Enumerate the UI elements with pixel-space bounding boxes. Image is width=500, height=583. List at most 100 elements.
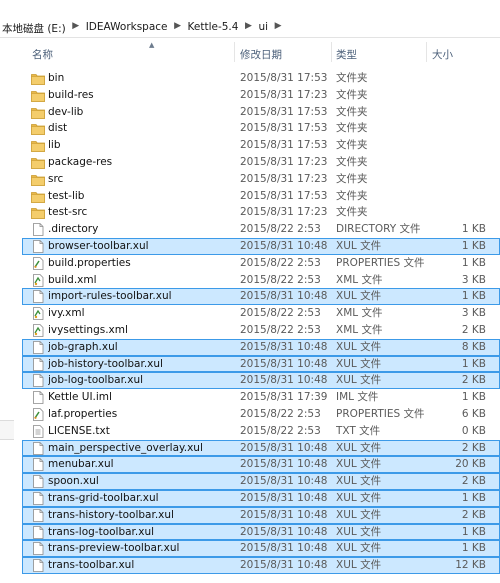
file-row[interactable]: ivysettings.xml 2015/8/22 2:53 XML 文件 2 KB	[22, 322, 500, 339]
file-row[interactable]: laf.properties 2015/8/22 2:53 PROPERTIES 文…	[22, 406, 500, 423]
file-size: 1 KB	[461, 525, 486, 538]
file-type: XML 文件	[336, 273, 383, 286]
file-size: 2 KB	[461, 441, 486, 454]
file-modified-date: 2015/8/22 2:53	[240, 424, 321, 437]
file-row[interactable]: trans-history-toolbar.xul 2015/8/31 10:48…	[22, 506, 500, 524]
file-modified-date: 2015/8/31 10:48	[240, 357, 328, 370]
file-size: 8 KB	[461, 340, 486, 353]
file-name: job-graph.xul	[48, 340, 118, 353]
file-type: XUL 文件	[336, 542, 382, 555]
file-name: trans-log-toolbar.xul	[48, 525, 155, 538]
file-name: main_perspective_overlay.xul	[48, 441, 203, 454]
file-modified-date: 2015/8/31 10:48	[240, 475, 328, 488]
file-list: bin 2015/8/31 17:53 文件夹 build-res 2015/8/31 …	[22, 70, 500, 574]
file-size: 1 KB	[461, 357, 486, 370]
file-modified-date: 2015/8/22 2:53	[240, 307, 321, 320]
breadcrumb-drive[interactable]: 本地磁盘 (E:)	[0, 21, 68, 36]
file-row[interactable]: test-src 2015/8/31 17:23 文件夹	[22, 204, 500, 221]
breadcrumb-ui[interactable]: ui	[256, 21, 270, 33]
file-row[interactable]: package-res 2015/8/31 17:23 文件夹	[22, 154, 500, 171]
navigation-pane[interactable]	[0, 38, 22, 583]
file-row[interactable]: Kettle UI.iml 2015/8/31 17:39 IML 文件 1 KB	[22, 389, 500, 406]
file-name: ivysettings.xml	[48, 323, 128, 336]
file-row[interactable]: .directory 2015/8/22 2:53 DIRECTORY 文件 1 KB	[22, 221, 500, 238]
file-modified-date: 2015/8/31 17:53	[240, 72, 328, 84]
file-type: 文件夹	[336, 88, 368, 101]
file-name: Kettle UI.iml	[48, 391, 112, 404]
column-header-size[interactable]: 大小	[432, 47, 453, 62]
file-type: 文件夹	[336, 72, 368, 84]
file-row[interactable]: job-log-toolbar.xul 2015/8/31 10:48 XUL 文件…	[22, 372, 500, 390]
column-divider[interactable]	[331, 42, 332, 62]
file-row[interactable]: lib 2015/8/31 17:53 文件夹	[22, 137, 500, 154]
file-type: 文件夹	[336, 172, 368, 185]
file-row[interactable]: LICENSE.txt 2015/8/22 2:53 TXT 文件 0 KB	[22, 423, 500, 440]
file-row[interactable]: bin 2015/8/31 17:53 文件夹	[22, 70, 500, 87]
file-type: XUL 文件	[336, 458, 382, 471]
file-row[interactable]: src 2015/8/31 17:23 文件夹	[22, 171, 500, 188]
file-row[interactable]: spoon.xul 2015/8/31 10:48 XUL 文件 2 KB	[22, 473, 500, 490]
file-size: 3 KB	[461, 307, 486, 320]
file-row[interactable]: trans-toolbar.xul 2015/8/31 10:48 XUL 文件 12…	[22, 557, 500, 574]
file-size: 0 KB	[461, 424, 486, 437]
file-row[interactable]: ivy.xml 2015/8/22 2:53 XML 文件 3 KB	[22, 305, 500, 322]
address-breadcrumb[interactable]: 本地磁盘 (E:) ▶ IDEAWorkspace ▶ Kettle-5.4 ▶…	[0, 0, 500, 38]
file-row[interactable]: build.properties 2015/8/22 2:53 PROPERTIES…	[22, 255, 500, 272]
file-row[interactable]: browser-toolbar.xul 2015/8/31 10:48 XUL 文件…	[22, 237, 500, 255]
breadcrumb-kettle[interactable]: Kettle-5.4	[186, 21, 241, 33]
file-row[interactable]: import-rules-toolbar.xul 2015/8/31 10:48 X…	[22, 288, 500, 306]
file-row[interactable]: job-graph.xul 2015/8/31 10:48 XUL 文件 8 KB	[22, 338, 500, 356]
file-size: 2 KB	[461, 374, 486, 387]
file-name: job-log-toolbar.xul	[48, 374, 144, 387]
file-type: XUL 文件	[336, 357, 382, 370]
xml-file-icon	[31, 307, 45, 321]
column-divider[interactable]	[426, 42, 427, 62]
file-size: 1 KB	[461, 223, 486, 236]
file-type: IML 文件	[336, 391, 379, 404]
column-header-date[interactable]: 修改日期	[240, 47, 282, 62]
navigation-pane-item[interactable]	[0, 420, 14, 440]
file-name: build.properties	[48, 256, 131, 269]
file-row[interactable]: trans-log-toolbar.xul 2015/8/31 10:48 XUL …	[22, 523, 500, 541]
file-row[interactable]: build.xml 2015/8/22 2:53 XML 文件 3 KB	[22, 272, 500, 289]
file-row[interactable]: build-res 2015/8/31 17:23 文件夹	[22, 87, 500, 104]
file-type: XUL 文件	[336, 559, 382, 572]
file-icon	[31, 441, 45, 455]
file-type: PROPERTIES 文件	[336, 256, 425, 269]
file-modified-date: 2015/8/22 2:53	[240, 323, 321, 336]
file-row[interactable]: job-history-toolbar.xul 2015/8/31 10:48 XU…	[22, 355, 500, 373]
file-icon	[31, 475, 45, 489]
file-size: 1 KB	[461, 491, 486, 504]
file-modified-date: 2015/8/22 2:53	[240, 273, 321, 286]
file-type: XUL 文件	[336, 340, 382, 353]
file-row[interactable]: trans-preview-toolbar.xul 2015/8/31 10:48…	[22, 540, 500, 558]
column-divider[interactable]	[234, 42, 235, 62]
file-row[interactable]: dist 2015/8/31 17:53 文件夹	[22, 120, 500, 137]
file-name: src	[48, 172, 64, 185]
breadcrumb-ideaworkspace[interactable]: IDEAWorkspace	[84, 21, 170, 33]
chevron-right-icon[interactable]: ▶	[240, 21, 256, 31]
file-row[interactable]: dev-lib 2015/8/31 17:53 文件夹	[22, 104, 500, 121]
file-type: 文件夹	[336, 122, 368, 135]
file-icon	[31, 340, 45, 354]
chevron-right-icon[interactable]: ▶	[170, 21, 186, 31]
file-row[interactable]: main_perspective_overlay.xul 2015/8/31 10…	[22, 439, 500, 457]
chevron-right-icon[interactable]: ▶	[270, 21, 286, 31]
file-size: 1 KB	[461, 239, 486, 252]
column-header-name[interactable]: 名称	[32, 47, 53, 62]
folder-icon	[31, 89, 45, 102]
file-icon	[31, 223, 45, 237]
file-row[interactable]: menubar.xul 2015/8/31 10:48 XUL 文件 20 KB	[22, 456, 500, 474]
file-row[interactable]: test-lib 2015/8/31 17:53 文件夹	[22, 188, 500, 205]
folder-icon	[31, 106, 45, 119]
column-header-type[interactable]: 类型	[336, 47, 357, 62]
file-type: 文件夹	[336, 139, 368, 152]
chevron-right-icon[interactable]: ▶	[68, 21, 84, 31]
file-row[interactable]: trans-grid-toolbar.xul 2015/8/31 10:48 XUL…	[22, 489, 500, 507]
file-modified-date: 2015/8/31 10:48	[240, 340, 328, 353]
file-name: trans-history-toolbar.xul	[48, 508, 174, 521]
file-modified-date: 2015/8/31 17:23	[240, 155, 328, 168]
file-type: 文件夹	[336, 189, 368, 202]
file-size: 2 KB	[461, 323, 486, 336]
file-modified-date: 2015/8/31 10:48	[240, 525, 328, 538]
